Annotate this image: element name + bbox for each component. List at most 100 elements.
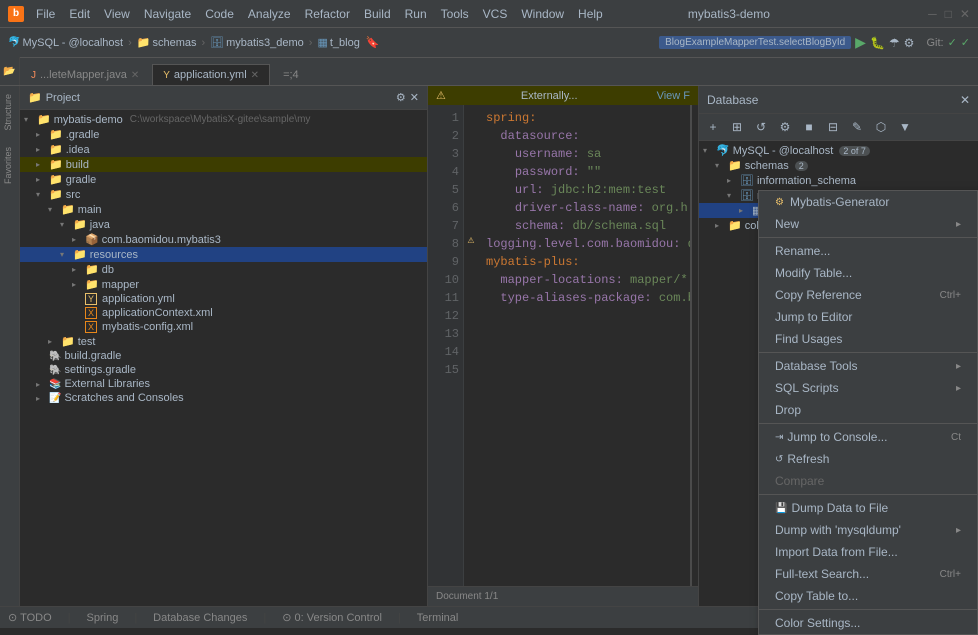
menu-file[interactable]: File (30, 5, 61, 23)
tree-item-build-gradle[interactable]: 🐘 build.gradle (20, 349, 427, 363)
db-stop-btn[interactable]: ■ (799, 117, 819, 137)
tree-item-root[interactable]: 📁 mybatis-demo C:\workspace\MybatisX-git… (20, 112, 427, 127)
menu-vcs[interactable]: VCS (477, 5, 514, 23)
context-menu-jump-to-editor[interactable]: Jump to Editor (759, 306, 977, 328)
status-vcs[interactable]: ⊙ 0: Version Control (282, 611, 382, 624)
context-menu-rename[interactable]: Rename... (759, 240, 977, 262)
tree-item-package[interactable]: 📦 com.baomidou.mybatis3 (20, 232, 427, 247)
menu-refactor[interactable]: Refactor (299, 5, 356, 23)
db-item-mysql[interactable]: 🐬 MySQL - @localhost 2 of 7 (699, 143, 978, 158)
db-edit-btn[interactable]: ✎ (847, 117, 867, 137)
context-menu-jump-console[interactable]: ⇥ Jump to Console... Ct (759, 426, 977, 448)
context-menu-color-settings[interactable]: Color Settings... (759, 612, 977, 634)
tab-deletemapper-close[interactable]: ✕ (131, 70, 139, 81)
project-gear-icon[interactable]: ⚙ (396, 91, 406, 104)
tree-item-test[interactable]: 📁 test (20, 334, 427, 349)
maximize-button[interactable]: □ (945, 7, 952, 21)
debug-button[interactable]: 🐛 (870, 36, 885, 50)
context-menu-mybatis-gen[interactable]: ⚙ Mybatis-Generator (759, 191, 977, 213)
menu-window[interactable]: Window (515, 5, 570, 23)
tab-application-yml-close[interactable]: ✕ (251, 70, 259, 81)
menu-build[interactable]: Build (358, 5, 397, 23)
context-menu-find-usages[interactable]: Find Usages (759, 328, 977, 350)
context-menu-color-settings-label: Color Settings... (775, 616, 860, 630)
context-menu-fulltext-search[interactable]: Full-text Search... Ctrl+ (759, 563, 977, 585)
context-menu-compare-label: Compare (775, 474, 824, 488)
tab-application-yml[interactable]: Y application.yml ✕ (152, 64, 270, 85)
close-button[interactable]: ✕ (960, 7, 970, 21)
tree-item-gradle[interactable]: 📁 .gradle (20, 127, 427, 142)
db-grid-btn[interactable]: ⊞ (727, 117, 747, 137)
db-panel-close-icon[interactable]: ✕ (960, 93, 970, 107)
tree-item-mybatis-config[interactable]: X mybatis-config.xml (20, 320, 427, 334)
tree-item-db[interactable]: 📁 db (20, 262, 427, 277)
db-item-schemas[interactable]: 📁 schemas 2 (699, 158, 978, 173)
menu-view[interactable]: View (98, 5, 136, 23)
tree-item-resources[interactable]: 📁 resources (20, 247, 427, 262)
breadcrumb-schemas[interactable]: schemas (152, 37, 196, 49)
db-filter-btn[interactable]: ▼ (895, 117, 915, 137)
git-label: Git: (926, 37, 943, 49)
db-schemas-icon: 📁 (728, 159, 742, 172)
breadcrumb-table[interactable]: t_blog (330, 37, 360, 49)
run-config-label[interactable]: BlogExampleMapperTest.selectBlogById (659, 36, 851, 49)
menu-tools[interactable]: Tools (435, 5, 475, 23)
menu-help[interactable]: Help (572, 5, 609, 23)
tree-item-scratches[interactable]: 📝 Scratches and Consoles (20, 391, 427, 405)
tree-item-application-yml[interactable]: Y application.yml (20, 292, 427, 306)
menu-navigate[interactable]: Navigate (138, 5, 197, 23)
run-button[interactable]: ▶ (855, 34, 866, 51)
git-check2[interactable]: ✓ (961, 36, 970, 49)
structure-tab[interactable]: Structure (0, 86, 20, 139)
breadcrumb-mysql[interactable]: MySQL - @localhost (22, 37, 123, 49)
tree-label-main: main (78, 204, 102, 216)
db-settings-btn[interactable]: ⚙ (775, 117, 795, 137)
tree-item-settings-gradle[interactable]: 🐘 settings.gradle (20, 363, 427, 377)
menu-code[interactable]: Code (199, 5, 240, 23)
line-num-9: 9 (432, 253, 459, 271)
context-menu-db-tools[interactable]: Database Tools ▸ (759, 355, 977, 377)
side-tab-project[interactable]: 📂 (0, 57, 20, 85)
notification-view[interactable]: View F (657, 90, 690, 102)
context-menu-copy-reference[interactable]: Copy Reference Ctrl+ (759, 284, 977, 306)
coverage-button[interactable]: ☂ (889, 36, 900, 50)
tab-deletemapper-label: ...leteMapper.java (40, 69, 127, 81)
context-menu-modify-table[interactable]: Modify Table... (759, 262, 977, 284)
tab-extra[interactable]: =;4 (272, 64, 310, 85)
code-line-15 (486, 361, 682, 379)
tree-item-gradle-dir[interactable]: 📁 gradle (20, 172, 427, 187)
context-menu-copy-table[interactable]: Copy Table to... (759, 585, 977, 607)
tree-item-build[interactable]: 📁 build (20, 157, 427, 172)
code-editor[interactable]: spring: datasource: username: sa passwor… (478, 105, 690, 586)
status-todo[interactable]: ⊙ TODO (8, 611, 52, 624)
db-minus-btn[interactable]: ⊟ (823, 117, 843, 137)
git-check1[interactable]: ✓ (948, 36, 957, 49)
context-menu-sql-scripts[interactable]: SQL Scripts ▸ (759, 377, 977, 399)
menu-edit[interactable]: Edit (63, 5, 96, 23)
db-refresh-btn[interactable]: ↺ (751, 117, 771, 137)
context-menu-drop[interactable]: Drop (759, 399, 977, 421)
context-menu-dump-file[interactable]: 💾 Dump Data to File (759, 497, 977, 519)
tree-item-idea[interactable]: 📁 .idea (20, 142, 427, 157)
tree-item-appcontext[interactable]: X applicationContext.xml (20, 306, 427, 320)
minimize-button[interactable]: ─ (928, 7, 937, 21)
tree-item-ext-libs[interactable]: 📚 External Libraries (20, 377, 427, 391)
tree-item-src[interactable]: 📁 src (20, 187, 427, 202)
tree-item-main[interactable]: 📁 main (20, 202, 427, 217)
breadcrumb-db[interactable]: mybatis3_demo (226, 37, 304, 49)
more-run-button[interactable]: ⚙ (904, 36, 915, 50)
tree-item-mapper[interactable]: 📁 mapper (20, 277, 427, 292)
context-menu-refresh[interactable]: ↺ Refresh (759, 448, 977, 470)
db-item-infschema[interactable]: 🗄 information_schema (699, 173, 978, 188)
tree-item-java[interactable]: 📁 java (20, 217, 427, 232)
project-close-icon[interactable]: ✕ (410, 91, 419, 104)
context-menu-dump-mysqldump[interactable]: Dump with 'mysqldump' ▸ (759, 519, 977, 541)
menu-analyze[interactable]: Analyze (242, 5, 297, 23)
menu-run[interactable]: Run (399, 5, 433, 23)
context-menu-new[interactable]: New ▸ (759, 213, 977, 235)
tab-deletemapper[interactable]: J ...leteMapper.java ✕ (20, 64, 150, 85)
favorites-tab[interactable]: Favorites (0, 139, 20, 192)
context-menu-import-file[interactable]: Import Data from File... (759, 541, 977, 563)
db-schema-btn[interactable]: ⬡ (871, 117, 891, 137)
db-add-btn[interactable]: + (703, 117, 723, 137)
